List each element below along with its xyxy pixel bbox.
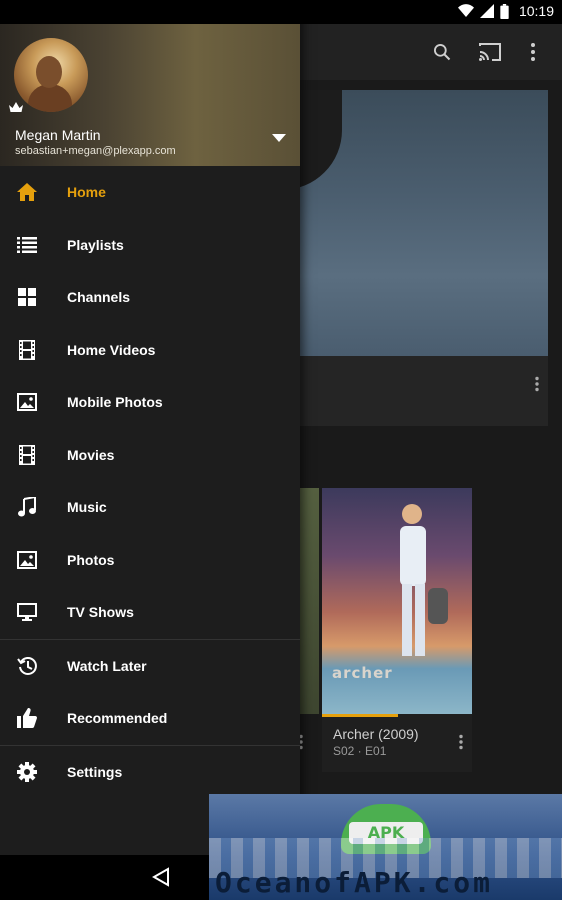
menu-item-music[interactable]: Music: [0, 481, 300, 534]
menu-item-label: Home Videos: [67, 341, 156, 358]
search-icon[interactable]: [432, 42, 452, 62]
wifi-icon: [457, 4, 474, 18]
more-vert-icon[interactable]: [458, 734, 464, 750]
film-icon: [16, 444, 38, 466]
chevron-down-icon[interactable]: [272, 134, 286, 142]
user-email: sebastian+megan@plexapp.com: [15, 145, 176, 157]
menu-item-label: Photos: [67, 551, 115, 568]
featured-card[interactable]: [272, 90, 548, 426]
monitor-icon: [16, 601, 38, 623]
menu-item-label: Playlists: [67, 236, 124, 253]
menu-item-photos[interactable]: Photos: [0, 534, 300, 587]
image-icon: [16, 549, 38, 571]
film-icon: [16, 339, 38, 361]
menu-item-label: Settings: [67, 763, 123, 780]
menu-item-home[interactable]: Home: [0, 166, 300, 219]
archer-poster: archer: [322, 488, 472, 714]
menu-item-label: Mobile Photos: [67, 394, 163, 411]
menu-item-home-videos[interactable]: Home Videos: [0, 324, 300, 377]
progress-bar: [322, 714, 398, 717]
crown-icon: [9, 102, 23, 112]
archer-logo: archer: [332, 664, 393, 682]
cast-icon[interactable]: [478, 42, 502, 62]
avatar[interactable]: [14, 38, 88, 112]
menu-item-watch-later[interactable]: Watch Later: [0, 640, 300, 693]
menu-item-movies[interactable]: Movies: [0, 429, 300, 482]
cell-signal-icon: [479, 4, 494, 18]
account-header[interactable]: Megan Martin sebastian+megan@plexapp.com: [0, 24, 300, 166]
menu-item-settings[interactable]: Settings: [0, 746, 300, 799]
navigation-drawer: Megan Martin sebastian+megan@plexapp.com…: [0, 0, 300, 855]
battery-icon: [500, 3, 509, 19]
archer-card[interactable]: archer Archer (2009) S02 · E01: [322, 488, 472, 772]
menu-item-playlists[interactable]: Playlists: [0, 219, 300, 272]
user-name: Megan Martin: [15, 127, 101, 143]
back-icon[interactable]: [152, 867, 170, 887]
menu-item-channels[interactable]: Channels: [0, 271, 300, 324]
gear-icon: [16, 761, 38, 783]
watermark: APK OceanofAPK.com: [209, 794, 562, 900]
menu-item-label: Movies: [67, 446, 115, 463]
menu-item-recommended[interactable]: Recommended: [0, 692, 300, 745]
card-subtitle: S02 · E01: [333, 744, 387, 758]
menu-item-mobile-photos[interactable]: Mobile Photos: [0, 376, 300, 429]
menu-item-label: Home: [67, 184, 106, 201]
menu-item-label: Channels: [67, 289, 131, 306]
menu-item-label: Music: [67, 499, 107, 516]
grid-icon: [16, 286, 38, 308]
drawer-menu: Home Playlists Channels Home Videos Mobi…: [0, 166, 300, 798]
clock: 10:19: [518, 3, 554, 19]
history-icon: [16, 655, 38, 677]
playlist-icon: [16, 234, 38, 256]
home-icon: [16, 181, 38, 203]
menu-item-label: TV Shows: [67, 604, 134, 621]
menu-item-label: Recommended: [67, 710, 168, 727]
more-vert-icon[interactable]: [530, 42, 536, 62]
status-bar: 10:19: [0, 0, 562, 24]
more-vert-icon[interactable]: [534, 376, 540, 392]
menu-item-label: Watch Later: [67, 657, 147, 674]
card-title: Archer (2009): [333, 726, 419, 742]
music-note-icon: [16, 496, 38, 518]
featured-artwork: [272, 90, 548, 356]
image-icon: [16, 391, 38, 413]
watermark-text: OceanofAPK.com: [215, 866, 494, 899]
thumbs-up-icon: [16, 707, 38, 729]
menu-item-tv-shows[interactable]: TV Shows: [0, 586, 300, 639]
